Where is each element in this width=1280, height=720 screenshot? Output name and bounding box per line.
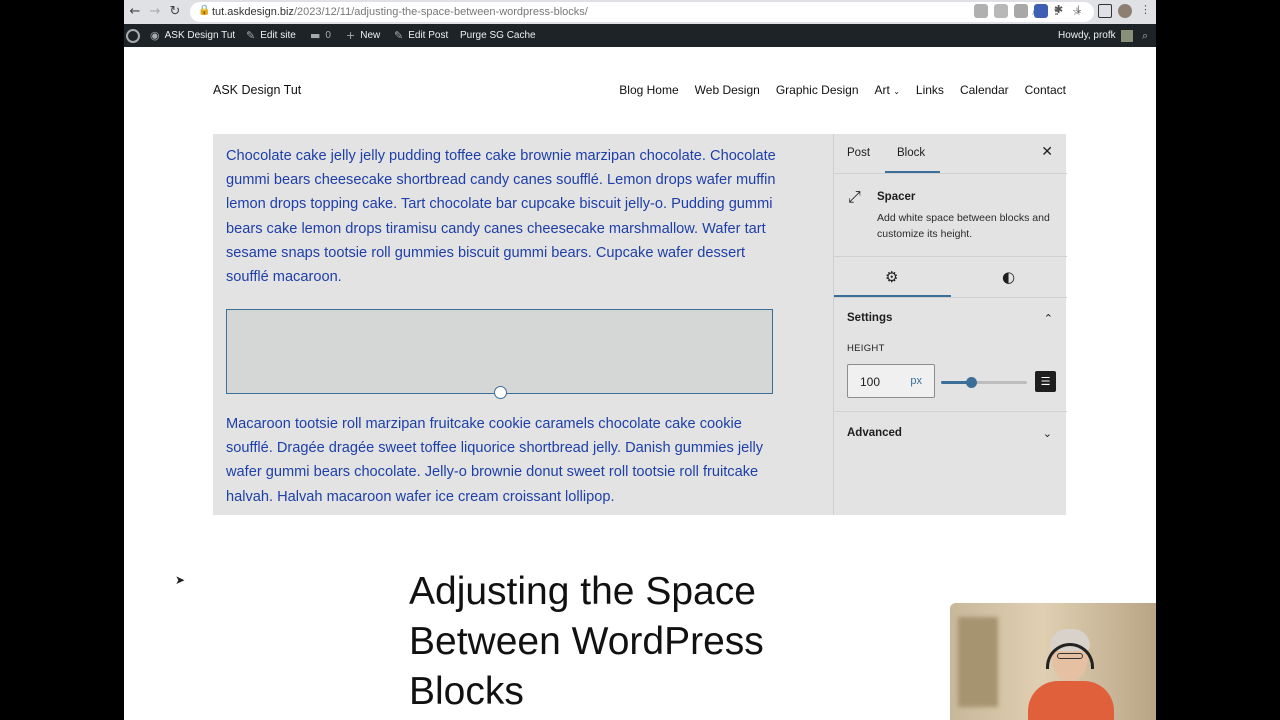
chevron-up-icon[interactable]: ⌃ (1044, 312, 1053, 325)
back-icon[interactable]: ← (126, 3, 144, 21)
admin-new[interactable]: + New (346, 24, 380, 47)
height-input[interactable]: 100 px (847, 364, 935, 398)
sidebar-tabs: Post Block ✕ (834, 134, 1067, 174)
webcam-shelf (958, 617, 998, 707)
wp-admin-bar: ◉ ASK Design Tut ✎ Edit site ▬ 0 + New ✎ Edit… (124, 24, 1156, 47)
pencil-icon: ✎ (394, 29, 404, 42)
extension-badge-icon[interactable] (1034, 4, 1048, 18)
gear-icon[interactable]: ⚙ (885, 268, 898, 286)
admin-purge-cache[interactable]: Purge SG Cache (460, 24, 536, 47)
paragraph-block[interactable]: Chocolate cake jelly jelly pudding toffe… (226, 144, 786, 289)
puzzle-icon[interactable]: ✱ (1054, 3, 1063, 16)
block-card: ⤢ Spacer Add white space between blocks … (834, 174, 1067, 257)
url-text[interactable]: tut.askdesign.biz/2023/12/11/adjusting-t… (212, 6, 588, 18)
post-title: Adjusting the Space Between WordPress Bl… (409, 570, 764, 713)
resize-arrows-icon: ⤢ (848, 187, 861, 206)
chevron-down-icon[interactable]: ⌄ (1043, 427, 1052, 440)
editor-canvas: Chocolate cake jelly jelly pudding toffe… (213, 134, 833, 515)
admin-search[interactable]: ⌕ (1142, 24, 1148, 47)
chevron-down-icon: ⌄ (893, 87, 900, 96)
unit-select[interactable]: px (910, 375, 922, 387)
site-title[interactable]: ASK Design Tut (213, 83, 301, 97)
inspector-tabs: ⚙ ◐ (834, 257, 1067, 298)
download-icon[interactable]: ⤓ (1076, 3, 1081, 17)
comment-icon: ▬ (310, 29, 321, 42)
brush-icon: ✎ (246, 29, 256, 42)
admin-comments[interactable]: ▬ 0 (310, 24, 331, 47)
admin-account[interactable]: Howdy, profk (1058, 24, 1133, 47)
admin-site-name[interactable]: ◉ ASK Design Tut (150, 24, 235, 47)
webcam-overlay (950, 603, 1156, 720)
site-navigation: Blog Home Web Design Graphic Design Art … (619, 83, 1066, 97)
lock-icon: 🔒 (198, 5, 211, 16)
settings-panel: Settings ⌃ HEIGHT 100 px ☰ (834, 298, 1067, 412)
settings-sidebar: Post Block ✕ ⤢ Spacer Add white space be… (833, 134, 1067, 515)
height-label: HEIGHT (847, 343, 885, 354)
spacer-resize-handle[interactable] (494, 386, 507, 399)
browser-toolbar: ← → ↻ 🔒 tut.askdesign.biz/2023/12/11/adj… (124, 0, 1156, 24)
avatar (1120, 29, 1133, 42)
close-icon[interactable]: ✕ (1041, 144, 1053, 160)
plus-icon: + (346, 29, 356, 42)
height-value[interactable]: 100 (860, 375, 880, 389)
advanced-panel-toggle[interactable]: Advanced (847, 427, 902, 439)
screen-capture-icon[interactable] (1014, 4, 1028, 18)
tab-post[interactable]: Post (847, 147, 870, 159)
menu-dots-icon[interactable]: ⋮ (1140, 3, 1151, 16)
search-icon: ⌕ (1142, 29, 1149, 42)
slider-thumb[interactable] (966, 377, 978, 388)
nav-item-graphic-design[interactable]: Graphic Design (776, 83, 859, 97)
forward-icon[interactable]: → (146, 3, 164, 21)
styles-half-circle-icon[interactable]: ◐ (1002, 268, 1015, 286)
reload-icon[interactable]: ↻ (166, 3, 184, 21)
height-slider[interactable] (941, 377, 1027, 388)
nav-item-art[interactable]: Art ⌄ (875, 83, 900, 97)
dashboard-icon: ◉ (150, 29, 160, 42)
admin-edit-site[interactable]: ✎ Edit site (246, 24, 296, 47)
wp-logo-menu[interactable] (126, 24, 140, 47)
presenter-body (1028, 681, 1114, 720)
sidebar-toggle-icon[interactable] (1098, 4, 1112, 18)
tab-block[interactable]: Block (897, 147, 925, 159)
settings-panel-toggle[interactable]: Settings (847, 312, 892, 324)
profile-avatar-icon[interactable] (1118, 4, 1132, 18)
active-tab-indicator (834, 295, 951, 297)
address-bar[interactable]: 🔒 tut.askdesign.biz/2023/12/11/adjusting… (190, 2, 1094, 22)
nav-item-contact[interactable]: Contact (1025, 83, 1066, 97)
admin-edit-post[interactable]: ✎ Edit Post (394, 24, 448, 47)
nav-item-blog-home[interactable]: Blog Home (619, 83, 678, 97)
mouse-cursor-icon: ➤ (175, 573, 186, 587)
spacer-block[interactable] (226, 309, 773, 399)
wordpress-logo-icon (126, 28, 140, 43)
active-tab-indicator (885, 171, 940, 173)
custom-value-toggle-icon[interactable]: ☰ (1035, 371, 1056, 392)
block-description: Add white space between blocks and custo… (877, 212, 1050, 240)
nav-item-calendar[interactable]: Calendar (960, 83, 1009, 97)
nav-item-web-design[interactable]: Web Design (695, 83, 760, 97)
paragraph-block[interactable]: Macaroon tootsie roll marzipan fruitcake… (226, 412, 786, 509)
camera-extension-icon[interactable] (994, 4, 1008, 18)
extension-icon[interactable] (974, 4, 988, 18)
block-editor: Chocolate cake jelly jelly pudding toffe… (213, 134, 1067, 515)
block-name: Spacer (877, 191, 916, 203)
nav-item-links[interactable]: Links (916, 83, 944, 97)
